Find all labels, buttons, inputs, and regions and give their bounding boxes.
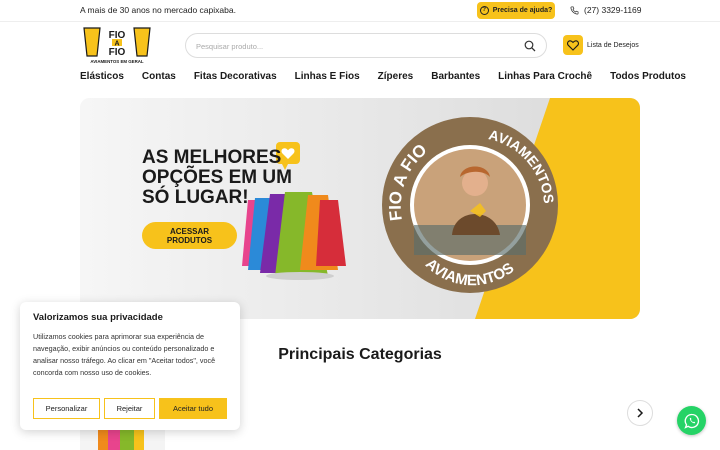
help-label: Precisa de ajuda? [492, 7, 553, 14]
cookie-title: Valorizamos sua privacidade [33, 312, 163, 323]
chevron-right-icon [637, 408, 644, 418]
whatsapp-button[interactable] [677, 406, 706, 435]
headline-line-3: SÓ LUGAR! [142, 187, 249, 208]
wishlist-link[interactable]: Lista de Desejos [563, 35, 639, 55]
nav-item-linhas-e-fios[interactable]: Linhas E Fios [295, 71, 360, 85]
banner-headline: AS MELHORES OPÇÕES EM UM SÓ LUGAR! [142, 148, 312, 208]
heart-icon [563, 35, 583, 55]
nav-item-ziperes[interactable]: Zíperes [378, 71, 414, 85]
tagline: A mais de 30 anos no mercado capixaba. [80, 5, 236, 15]
carousel-next-button[interactable] [627, 400, 653, 426]
headline-line-2: OPÇÕES EM UM [142, 167, 292, 188]
category-nav: Elásticos Contas Fitas Decorativas Linha… [80, 71, 686, 85]
whatsapp-icon [683, 413, 699, 429]
wishlist-label: Lista de Desejos [587, 41, 639, 49]
cookie-actions: Personalizar Rejeitar Aceitar tudo [33, 398, 227, 419]
nav-item-linhas-para-croche[interactable]: Linhas Para Crochê [498, 71, 592, 85]
brand-circle-badge: FIO A FIO AVIAMENTOS AVIAMENTOS [380, 115, 560, 295]
cta-line-2: PRODUTOS [166, 236, 213, 245]
help-button[interactable]: ? Precisa de ajuda? [477, 2, 555, 19]
accept-all-button[interactable]: Aceitar tudo [159, 398, 227, 419]
logo-line3: FIO [109, 47, 126, 58]
nav-item-barbantes[interactable]: Barbantes [431, 71, 480, 85]
cookie-body: Utilizamos cookies para aprimorar sua ex… [33, 332, 216, 377]
nav-item-elasticos[interactable]: Elásticos [80, 71, 124, 85]
nav-item-todos-produtos[interactable]: Todos Produtos [610, 71, 686, 85]
logo[interactable]: FIO A FIO AVIAMENTOS EM GERAL [82, 26, 152, 66]
access-products-button[interactable]: ACESSAR PRODUTOS [142, 222, 237, 249]
headline-line-1: AS MELHORES [142, 147, 282, 168]
search-bar [185, 33, 547, 58]
reject-button[interactable]: Rejeitar [104, 398, 155, 419]
search-icon[interactable] [524, 40, 536, 52]
question-icon: ? [479, 6, 489, 15]
nav-item-contas[interactable]: Contas [142, 71, 176, 85]
phone-number: (27) 3329-1169 [584, 5, 642, 15]
nav-item-fitas-decorativas[interactable]: Fitas Decorativas [194, 71, 277, 85]
hero-banner[interactable]: AS MELHORES OPÇÕES EM UM SÓ LUGAR! ACESS… [80, 98, 640, 319]
phone-icon [570, 6, 579, 14]
logo-subtitle: AVIAMENTOS EM GERAL [90, 59, 144, 64]
cookie-consent-dialog: Valorizamos sua privacidade Utilizamos c… [20, 302, 240, 430]
search-input[interactable] [196, 39, 516, 53]
top-bar: A mais de 30 anos no mercado capixaba. ?… [0, 0, 720, 22]
phone-contact[interactable]: (27) 3329-1169 [570, 5, 642, 15]
cta-line-1: ACESSAR [169, 227, 210, 236]
customize-button[interactable]: Personalizar [33, 398, 100, 419]
